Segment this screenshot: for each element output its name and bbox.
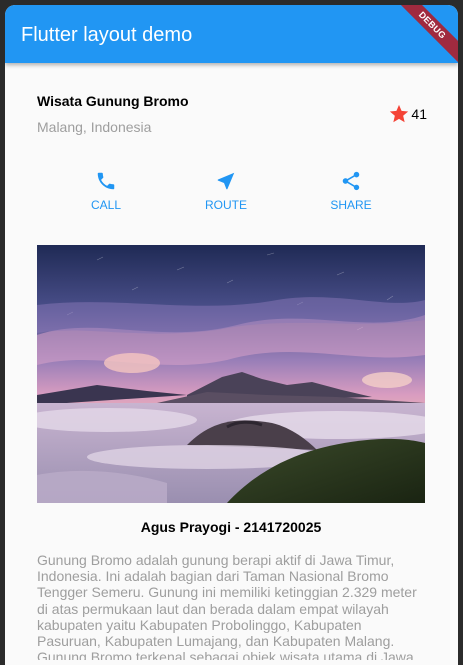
title-section: Wisata Gunung Bromo Malang, Indonesia 41: [37, 93, 427, 143]
call-label: CALL: [90, 198, 122, 212]
landscape-photo: [37, 245, 425, 503]
star-icon: [390, 104, 409, 123]
call-button[interactable]: CALL: [66, 170, 146, 212]
app-bar: Flutter layout demo DEBUG: [5, 5, 458, 70]
bromo-landscape-image: [37, 245, 425, 503]
place-location: Malang, Indonesia: [37, 119, 152, 135]
rating-count: 41: [411, 106, 427, 122]
share-button[interactable]: SHARE: [311, 170, 391, 212]
share-icon: [342, 171, 360, 191]
place-name: Wisata Gunung Bromo: [37, 93, 189, 109]
near-me-icon: [217, 172, 235, 190]
description-text: Gunung Bromo adalah gunung berapi aktif …: [37, 552, 417, 660]
photo-caption: Agus Prayogi - 2141720025: [140, 519, 322, 535]
phone-icon: [97, 172, 115, 190]
share-label: SHARE: [330, 198, 372, 212]
rating: 41: [388, 103, 427, 125]
debug-banner: DEBUG: [387, 5, 458, 70]
route-button[interactable]: ROUTE: [186, 170, 266, 212]
app-window: Flutter layout demo DEBUG Wisata Gunung …: [5, 5, 458, 665]
route-label: ROUTE: [205, 198, 247, 212]
app-bar-title: Flutter layout demo: [21, 24, 193, 46]
